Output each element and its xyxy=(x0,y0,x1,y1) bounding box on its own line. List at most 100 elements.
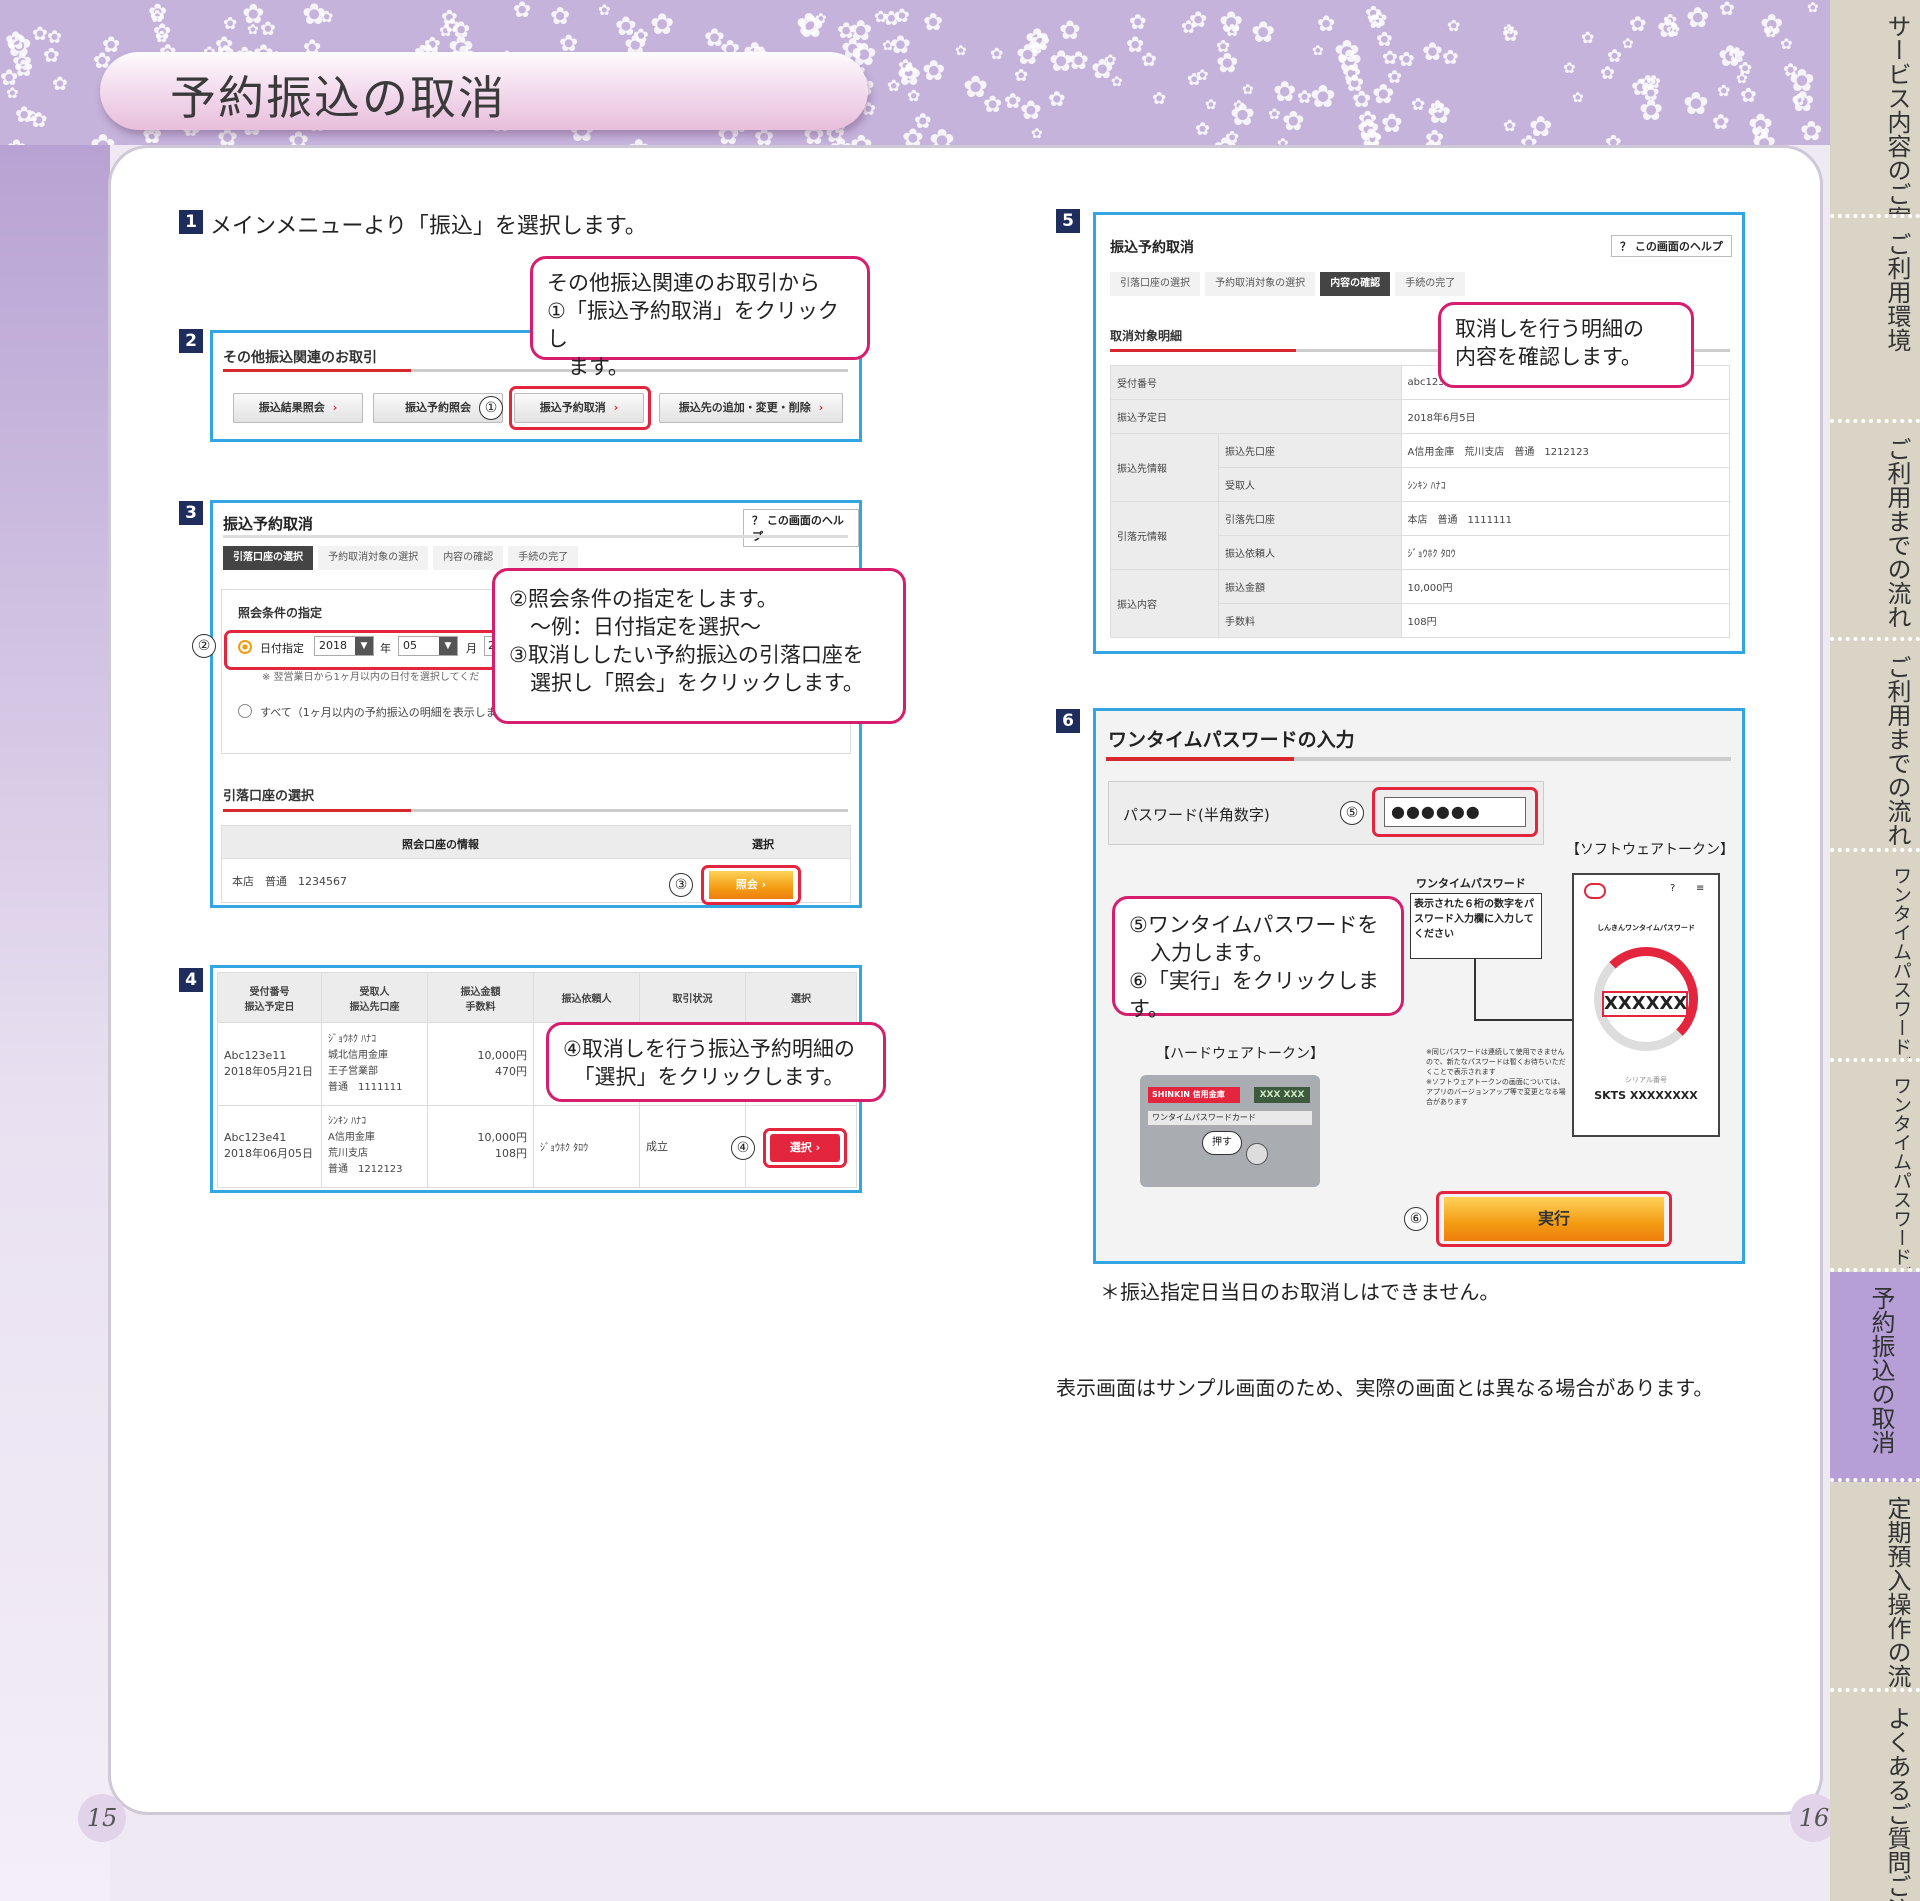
flower-icon: ✿ xyxy=(43,43,60,67)
flower-icon: ✿ xyxy=(627,136,650,146)
flower-icon: ✿ xyxy=(1502,22,1519,46)
flower-icon: ✿ xyxy=(1049,44,1074,78)
app-logo-icon xyxy=(1584,883,1606,899)
flower-icon: ✿ xyxy=(1442,45,1459,69)
query-button[interactable]: 照会 › xyxy=(709,871,793,899)
flower-icon: ✿ xyxy=(1126,33,1145,58)
flower-icon: ✿ xyxy=(1657,14,1679,44)
cell: 手数料 xyxy=(1218,603,1402,638)
heading-underline xyxy=(223,369,848,372)
year-unit: 年 xyxy=(380,642,391,655)
payee-edit-button[interactable]: 振込先の追加・変更・削除 › xyxy=(659,393,843,423)
flower-icon: ✿ xyxy=(1382,47,1398,69)
password-input[interactable]: ●●●●●● xyxy=(1384,797,1526,827)
breadcrumb: 引落口座の選択 予約取消対象の選択 内容の確認 手続の完了 xyxy=(223,545,579,570)
account-table-header: 照会口座の情報 選択 xyxy=(221,825,851,859)
tab-environment[interactable]: ご利用環境 xyxy=(1830,218,1920,423)
tab-flow-pc[interactable]: ご利用までの流れ（パソコン） xyxy=(1830,423,1920,641)
password-label: パスワード(半角数字) xyxy=(1123,806,1270,824)
crumb-target: 予約取消対象の選択 xyxy=(318,546,429,570)
year-select[interactable]: 2018 ▼ xyxy=(314,636,374,656)
marker-6: ⑥ xyxy=(1404,1207,1428,1231)
account-heading: 引落口座の選択 xyxy=(223,789,315,804)
highlight-cancel-button xyxy=(509,386,651,430)
all-radio[interactable] xyxy=(238,704,252,718)
execute-button[interactable]: 実行 xyxy=(1444,1197,1664,1241)
flower-icon: ✿ xyxy=(1631,75,1651,101)
crumb-target: 予約取消対象の選択 xyxy=(1205,272,1316,296)
step-3-callout: ②照会条件の指定をします。 ～例：日付指定を選択～ ③取消ししたい予約振込の引落… xyxy=(492,568,906,724)
step-1-number: 1 xyxy=(179,210,203,234)
tab-otp-pc[interactable]: ワンタイムパスワードご利用までの流れ（パソコン） xyxy=(1830,852,1920,1062)
flower-icon: ✿ xyxy=(1529,110,1553,143)
flower-icon: ✿ xyxy=(1031,126,1043,142)
flower-icon: ✿ xyxy=(1187,70,1202,90)
help-button[interactable]: ？ この画面のヘルプ xyxy=(1611,235,1732,257)
page-title: 予約振込の取消 xyxy=(170,71,506,125)
flower-icon: ✿ xyxy=(1411,95,1426,115)
flower-icon: ✿ xyxy=(452,18,471,43)
cell: 2018年6月5日 xyxy=(1400,399,1730,434)
crumb-complete: 手続の完了 xyxy=(1395,272,1466,296)
tab-cancel-scheduled[interactable]: 予約振込の取消 xyxy=(1830,1272,1920,1482)
step-6-number: 6 xyxy=(1056,709,1080,733)
cell: ｼﾝｷﾝ ﾊﾅｺ xyxy=(1400,467,1730,502)
crumb-complete: 手続の完了 xyxy=(508,546,579,570)
step-6-title: ワンタイムパスワードの入力 xyxy=(1108,729,1355,751)
step-5-title: 振込予約取消 xyxy=(1110,240,1194,256)
tab-flow-smartphone[interactable]: ご利用までの流れ（スマートフォン） xyxy=(1830,641,1920,852)
th-status: 取引状況 xyxy=(639,972,746,1023)
flower-icon: ✿ xyxy=(1317,12,1336,37)
help-button[interactable]: ？ この画面のヘルプ xyxy=(743,509,859,547)
transfer-result-button[interactable]: 振込結果照会 › xyxy=(233,393,363,423)
flower-icon: ✿ xyxy=(1607,46,1623,67)
flower-icon: ✿ xyxy=(1686,1,1710,34)
flower-icon: ✿ xyxy=(1020,96,1042,126)
cell: 振込先口座 xyxy=(1218,433,1402,468)
month-select[interactable]: 05 ▼ xyxy=(398,636,458,656)
connector-h xyxy=(1474,1019,1574,1021)
marker-3: ③ xyxy=(669,873,693,897)
flower-icon: ✿ xyxy=(1242,82,1254,98)
date-radio[interactable] xyxy=(238,640,252,654)
flower-icon: ✿ xyxy=(1398,47,1415,71)
flower-icon: ✿ xyxy=(598,1,611,19)
flower-icon: ✿ xyxy=(1368,11,1384,33)
flower-icon: ✿ xyxy=(1216,48,1239,79)
card-press-button-icon xyxy=(1246,1143,1268,1165)
tab-otp-smartphone[interactable]: ワンタイムパスワードご利用までの流れ（スマートフォン） xyxy=(1830,1062,1920,1272)
flower-icon: ✿ xyxy=(1764,22,1778,41)
flower-icon: ✿ xyxy=(1025,22,1050,56)
flower-icon: ✿ xyxy=(1800,116,1823,145)
flower-icon: ✿ xyxy=(439,21,453,40)
flower-icon: ✿ xyxy=(1195,119,1211,140)
cell: 振込先情報 xyxy=(1110,433,1219,502)
page-number-left: 15 xyxy=(78,1794,126,1842)
card-brand: SHINKIN 信用金庫 xyxy=(1148,1087,1240,1103)
tab-faq[interactable]: よくあるご質問ご注意事項 xyxy=(1830,1692,1920,1901)
flower-icon: ✿ xyxy=(424,32,441,56)
flower-icon: ✿ xyxy=(874,7,888,26)
flower-icon: ✿ xyxy=(52,73,68,95)
crumb-account: 引落口座の選択 xyxy=(223,546,313,570)
flower-icon: ✿ xyxy=(1738,59,1753,79)
connector-v xyxy=(1474,959,1476,1021)
flower-icon: ✿ xyxy=(1447,16,1461,35)
tab-service[interactable]: サービス内容のご案内 xyxy=(1830,0,1920,218)
step-5-callout: 取消しを行う明細の 内容を確認します。 xyxy=(1438,302,1694,388)
select-button[interactable]: 選択 › xyxy=(770,1134,840,1162)
flower-icon: ✿ xyxy=(955,43,967,59)
tab-deposit[interactable]: 定期預入操作の流れ定期解約の流れ xyxy=(1830,1482,1920,1692)
flower-icon: ✿ xyxy=(1004,89,1022,113)
th-payee: 受取人 振込先口座 xyxy=(321,972,428,1023)
flower-icon: ✿ xyxy=(1345,71,1365,97)
cell: 成立 xyxy=(639,1104,746,1188)
cell: 引落元情報 xyxy=(1110,501,1219,570)
smartphone-token: ? ≡ しんきんワンタイムパスワード XXXXXX シリアル番号 SKTS XX… xyxy=(1572,873,1720,1137)
otp-instruction: 表示された６桁の数字をパスワード入力欄に入力してください xyxy=(1410,893,1542,959)
step-1-text: メインメニューより「振込」を選択します。 xyxy=(210,214,647,239)
flower-icon: ✿ xyxy=(1581,28,1595,47)
crumb-confirm: 内容の確認 xyxy=(433,546,504,570)
col-account-info: 照会口座の情報 xyxy=(402,838,479,851)
card-press-bubble: 押す xyxy=(1202,1131,1242,1155)
